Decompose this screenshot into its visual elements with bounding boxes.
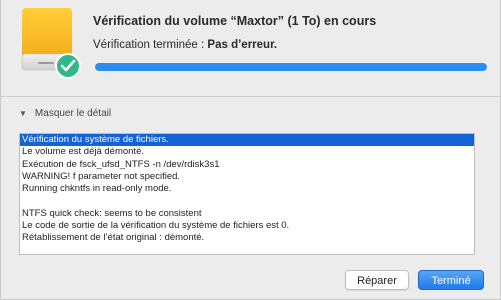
log-line[interactable]: Exécution de fsck_ufsd_NTFS -n /dev/rdis… (20, 159, 474, 171)
log-line[interactable]: Le code de sortie de la vérification du … (20, 220, 474, 232)
divider (1, 96, 500, 97)
dialog-header: Vérification du volume “Maxtor” (1 To) e… (1, 0, 500, 96)
toggle-label: Masquer le détail (34, 108, 112, 119)
detail-log[interactable]: Vérification du système de fichiers. Le v… (19, 133, 475, 255)
status-result: Pas d’erreur. (207, 39, 278, 51)
external-drive-icon (21, 8, 81, 79)
log-line[interactable]: Le volume est déjà démonté. (20, 146, 474, 158)
checkmark-badge-icon (55, 53, 81, 79)
repair-button[interactable]: Réparer (345, 270, 409, 290)
status-prefix: Vérification terminée : (93, 39, 208, 51)
log-line[interactable]: Vérification du système de fichiers. (20, 134, 474, 147)
status-text: Vérification terminée : Pas d’erreur. (93, 39, 277, 51)
dialog-title: Vérification du volume “Maxtor” (1 To) e… (93, 14, 377, 28)
disclosure-triangle-down-icon: ▼ (19, 109, 27, 118)
hide-details-toggle[interactable]: ▼ Masquer le détail (19, 108, 111, 119)
disk-check-dialog: Vérification du volume “Maxtor” (1 To) e… (0, 0, 501, 300)
progress-fill (95, 63, 487, 71)
log-line[interactable] (20, 195, 474, 207)
done-button[interactable]: Terminé (418, 270, 484, 290)
progress-bar (95, 63, 487, 71)
log-line[interactable]: NTFS quick check: seems to be consistent (20, 208, 474, 220)
log-line[interactable]: Running chkntfs in read-only mode. (20, 183, 474, 195)
log-line[interactable]: Rétablissement de l’état original : démo… (20, 232, 474, 244)
log-line[interactable]: WARNING! f parameter not specified. (20, 171, 474, 183)
